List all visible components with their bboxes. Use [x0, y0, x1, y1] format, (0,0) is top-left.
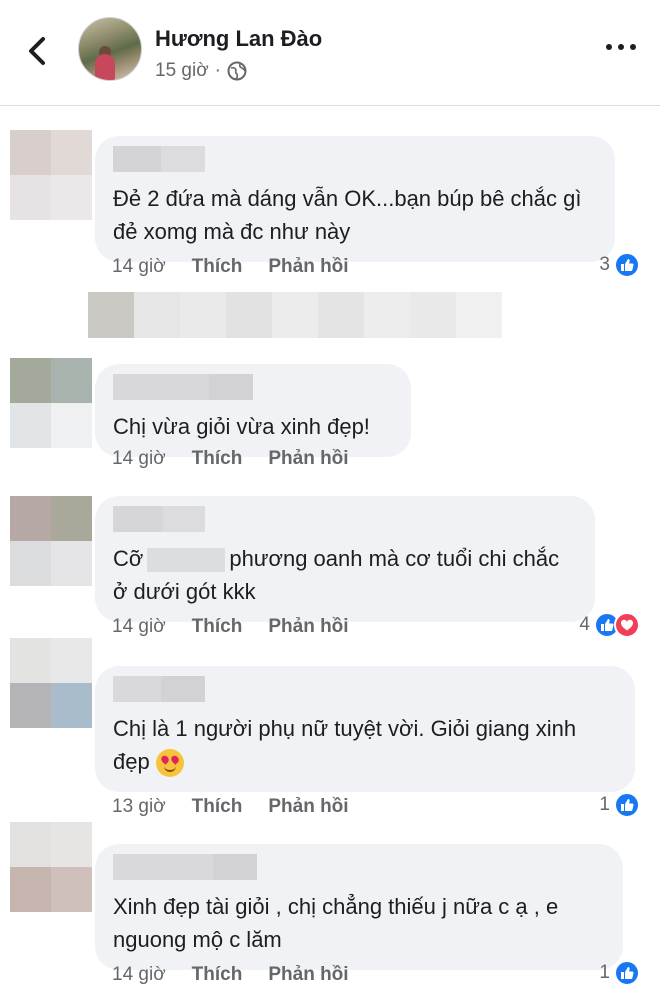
- reaction-summary[interactable]: 1: [599, 792, 640, 818]
- post-meta: 15 giờ ·: [155, 60, 247, 82]
- comment-time: 13 giờ: [112, 796, 166, 817]
- heart-icon: [614, 612, 640, 638]
- blurred-avatar[interactable]: [10, 496, 92, 586]
- reply-action[interactable]: Phản hồi: [268, 448, 348, 470]
- chevron-left-icon: [29, 37, 45, 65]
- dot-separator: ·: [214, 60, 221, 81]
- blurred-content-strip: [88, 292, 502, 338]
- blurred-avatar[interactable]: [10, 822, 92, 912]
- reaction-summary[interactable]: 3: [599, 252, 640, 278]
- post-time[interactable]: 15 giờ: [155, 60, 209, 82]
- comment-text-part: Cỡ: [113, 546, 144, 571]
- comment-time: 14 giờ: [112, 256, 166, 277]
- globe-icon: [227, 61, 247, 81]
- more-dot: [618, 44, 624, 50]
- comment-time: 14 giờ: [112, 964, 166, 985]
- reply-action[interactable]: Phản hồi: [268, 796, 348, 818]
- reaction-summary[interactable]: 4: [579, 612, 640, 638]
- like-icon: [614, 252, 640, 278]
- comment-bubble: Xinh đẹp tài giỏi , chị chẳng thiếu j nữ…: [95, 844, 623, 970]
- blurred-commenter-name[interactable]: [113, 854, 605, 880]
- comment-bubble: Cỡ phương oanh mà cơ tuổi chi chắc ở dưới…: [95, 496, 595, 622]
- comment-text: Chị vừa giỏi vừa xinh đẹp!: [113, 414, 370, 439]
- comment-time: 14 giờ: [112, 616, 166, 637]
- author-name[interactable]: Hương Lan Đào: [155, 26, 322, 52]
- blurred-avatar[interactable]: [10, 130, 92, 220]
- comment-bubble: Chị là 1 người phụ nữ tuyệt vời. Giỏi gi…: [95, 666, 635, 792]
- comment-actions: 14 giờ Thích Phản hồi: [112, 616, 349, 638]
- like-action[interactable]: Thích: [192, 964, 243, 986]
- reaction-count: 1: [599, 794, 610, 815]
- reaction-summary[interactable]: 1: [599, 960, 640, 986]
- blurred-avatar[interactable]: [10, 358, 92, 448]
- like-action[interactable]: Thích: [192, 448, 243, 470]
- reply-action[interactable]: Phản hồi: [268, 616, 348, 638]
- heart-eyes-emoji-icon: [155, 749, 184, 778]
- post-header: Hương Lan Đào 15 giờ ·: [0, 0, 660, 106]
- blurred-commenter-name[interactable]: [113, 506, 577, 532]
- comment-text: Xinh đẹp tài giỏi , chị chẳng thiếu j nữ…: [113, 894, 565, 952]
- reply-action[interactable]: Phản hồi: [268, 256, 348, 278]
- blurred-commenter-name[interactable]: [113, 676, 617, 702]
- like-icon: [614, 960, 640, 986]
- comment-time: 14 giờ: [112, 448, 166, 469]
- like-action[interactable]: Thích: [192, 256, 243, 278]
- more-dot: [630, 44, 636, 50]
- blurred-avatar[interactable]: [10, 638, 92, 728]
- blurred-mention: [147, 548, 226, 573]
- author-avatar[interactable]: [78, 17, 142, 81]
- comment-bubble: Chị vừa giỏi vừa xinh đẹp!: [95, 364, 411, 457]
- blurred-commenter-name[interactable]: [113, 374, 393, 400]
- more-options-button[interactable]: [606, 44, 636, 50]
- reaction-count: 3: [599, 254, 610, 275]
- comment-actions: 14 giờ Thích Phản hồi: [112, 448, 349, 470]
- comment-text: Đẻ 2 đứa mà dáng vẫn OK...bạn búp bê chắ…: [113, 186, 588, 244]
- reply-action[interactable]: Phản hồi: [268, 964, 348, 986]
- comment-actions: 13 giờ Thích Phản hồi: [112, 796, 349, 818]
- comment-text: Chị là 1 người phụ nữ tuyệt vời. Giỏi gi…: [113, 712, 617, 778]
- like-action[interactable]: Thích: [192, 616, 243, 638]
- comment-bubble: Đẻ 2 đứa mà dáng vẫn OK...bạn búp bê chắ…: [95, 136, 615, 262]
- comment-text: Cỡ phương oanh mà cơ tuổi chi chắc ở dưới…: [113, 542, 577, 608]
- like-icon: [614, 792, 640, 818]
- like-action[interactable]: Thích: [192, 796, 243, 818]
- comment-actions: 14 giờ Thích Phản hồi: [112, 964, 349, 986]
- back-button[interactable]: [22, 34, 52, 68]
- more-dots-icon: [606, 44, 612, 50]
- blurred-commenter-name[interactable]: [113, 146, 597, 172]
- comment-actions: 14 giờ Thích Phản hồi: [112, 256, 349, 278]
- reaction-count: 4: [579, 614, 590, 635]
- reaction-count: 1: [599, 962, 610, 983]
